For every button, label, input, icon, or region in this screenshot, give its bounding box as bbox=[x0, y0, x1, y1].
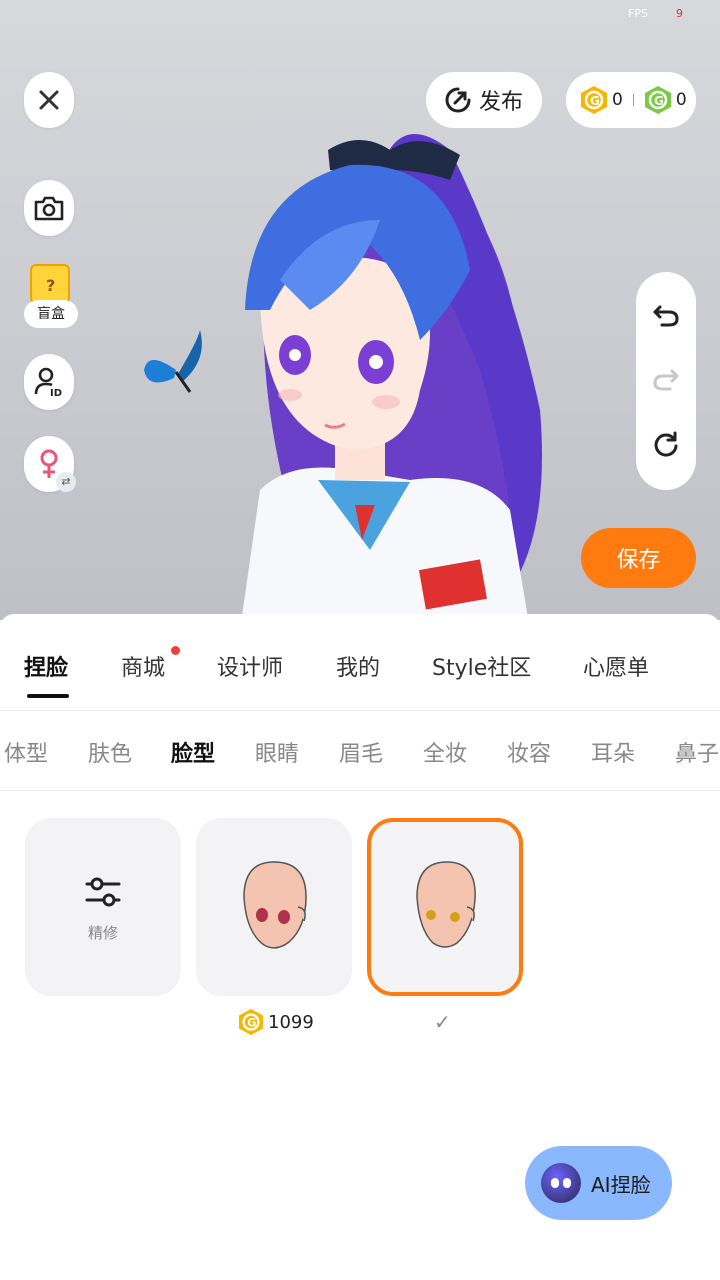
face-preview-image bbox=[416, 861, 476, 948]
subtab-full-makeup[interactable]: 全妆 bbox=[423, 736, 467, 768]
avatar-character[interactable] bbox=[150, 110, 630, 620]
subtab-ears[interactable]: 耳朵 bbox=[591, 736, 635, 768]
avatar-viewport[interactable]: FPS 9 ? 盲盒 ID ⇄ 发布 G 0 G 0 保存 bbox=[0, 0, 720, 620]
save-button[interactable]: 保存 bbox=[581, 528, 696, 588]
divider bbox=[0, 790, 720, 791]
category-tabs: 体型 肤色 脸型 眼睛 眉毛 全妆 妆容 耳朵 鼻子 bbox=[0, 726, 720, 776]
svg-text:ID: ID bbox=[50, 388, 62, 398]
blindbox-icon: ? bbox=[30, 264, 70, 304]
publish-button[interactable]: 发布 bbox=[426, 72, 542, 128]
camera-icon bbox=[34, 196, 64, 221]
coin-divider bbox=[632, 94, 634, 106]
reset-icon[interactable] bbox=[652, 431, 680, 459]
svg-text:G: G bbox=[654, 94, 664, 108]
publish-label: 发布 bbox=[478, 90, 523, 115]
butterfly-pet[interactable] bbox=[138, 330, 218, 420]
sliders-icon bbox=[85, 877, 121, 906]
green-coin-icon: G bbox=[644, 86, 671, 114]
ai-face-label: AI捏脸 bbox=[591, 1172, 651, 1197]
tab-shop[interactable]: 商城 bbox=[121, 650, 165, 682]
price-value: 1099 bbox=[268, 1011, 314, 1033]
avatar-id-button[interactable]: ID bbox=[24, 354, 74, 410]
refine-card[interactable]: 精修 bbox=[25, 818, 181, 996]
divider bbox=[0, 710, 720, 711]
svg-text:G: G bbox=[247, 1017, 256, 1030]
blindbox-label: 盲盒 bbox=[24, 300, 78, 328]
publish-icon bbox=[445, 87, 471, 113]
fps-label: FPS bbox=[628, 7, 648, 20]
swap-icon: ⇄ bbox=[56, 472, 76, 492]
face-option-price: G 1099 bbox=[238, 1008, 314, 1036]
face-shape-option-selected[interactable] bbox=[367, 818, 523, 996]
svg-text:G: G bbox=[590, 94, 600, 108]
gold-coin-icon: G bbox=[581, 86, 607, 114]
subtab-makeup[interactable]: 妆容 bbox=[507, 736, 551, 768]
currency-balance[interactable]: G 0 G 0 bbox=[566, 72, 696, 128]
refine-label: 精修 bbox=[87, 923, 118, 942]
shop-badge bbox=[171, 646, 180, 655]
subtab-skin[interactable]: 肤色 bbox=[88, 736, 132, 768]
fps-value: 9 bbox=[676, 7, 683, 20]
subtab-eyes[interactable]: 眼睛 bbox=[255, 736, 299, 768]
history-panel bbox=[636, 272, 696, 490]
subtab-eyebrows[interactable]: 眉毛 bbox=[339, 736, 383, 768]
subtab-face-shape[interactable]: 脸型 bbox=[171, 736, 215, 768]
gold-coin-icon: G bbox=[238, 1009, 264, 1035]
tab-wishlist[interactable]: 心愿单 bbox=[583, 650, 649, 682]
gender-switch-button[interactable]: ⇄ bbox=[24, 436, 76, 492]
blindbox-button[interactable]: ? 盲盒 bbox=[24, 264, 78, 330]
user-id-icon: ID bbox=[34, 367, 62, 398]
main-tabs: 捏脸 商城 设计师 我的 Style社区 心愿单 bbox=[0, 644, 720, 694]
close-icon bbox=[39, 90, 59, 110]
tab-designer[interactable]: 设计师 bbox=[217, 650, 283, 682]
selected-check-icon: ✓ bbox=[434, 1010, 451, 1034]
close-button[interactable] bbox=[24, 72, 74, 128]
face-shape-option[interactable] bbox=[196, 818, 352, 996]
gold-coin-count: 0 bbox=[612, 90, 623, 110]
green-coin-count: 0 bbox=[675, 90, 687, 110]
undo-icon[interactable] bbox=[652, 303, 680, 329]
subtab-body[interactable]: 体型 bbox=[4, 736, 48, 768]
active-tab-indicator bbox=[27, 694, 69, 698]
tab-mine[interactable]: 我的 bbox=[336, 650, 380, 682]
tab-style-community[interactable]: Style社区 bbox=[432, 650, 531, 682]
ai-face-button[interactable]: AI捏脸 bbox=[525, 1146, 672, 1220]
ai-robot-icon bbox=[541, 1163, 581, 1203]
face-preview-image bbox=[243, 861, 307, 949]
tab-face[interactable]: 捏脸 bbox=[24, 650, 68, 682]
subtab-nose[interactable]: 鼻子 bbox=[675, 736, 719, 768]
camera-button[interactable] bbox=[24, 180, 74, 236]
redo-icon[interactable] bbox=[652, 367, 680, 393]
customize-panel: 捏脸 商城 设计师 我的 Style社区 心愿单 体型 肤色 脸型 眼睛 眉毛 … bbox=[0, 614, 720, 1280]
